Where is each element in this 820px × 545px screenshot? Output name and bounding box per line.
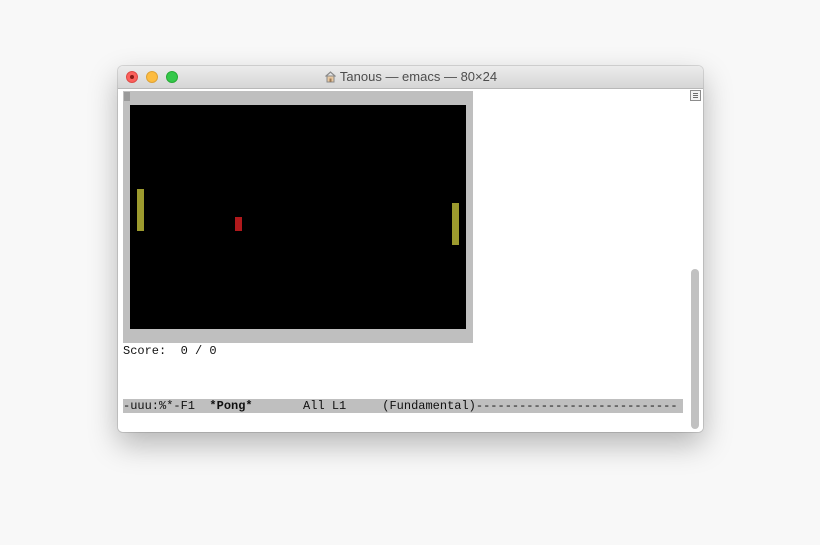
modeline-major-mode: (Fundamental) [382, 399, 476, 413]
modeline-buffer-name: *Pong* [209, 399, 253, 413]
pong-ball [235, 217, 242, 231]
left-paddle [137, 189, 144, 231]
title-bar[interactable]: Tanous — emacs — 80×24 [118, 66, 703, 89]
modeline-fill: ---------------------------- [475, 399, 678, 413]
modeline-status: -uuu:%*-F1 [123, 399, 210, 413]
pong-board [123, 91, 473, 343]
pong-playfield[interactable] [130, 105, 466, 329]
window-title: Tanous — emacs — 80×24 [118, 69, 703, 84]
mode-line: -uuu:%*-F1 *Pong* All L1 (Fundamental)--… [123, 399, 683, 413]
score-display: Score: 0 / 0 [123, 344, 217, 358]
scroll-menu-button[interactable] [690, 90, 701, 101]
menu-icon-line [693, 93, 698, 94]
home-icon [325, 71, 336, 83]
modeline-position: All L1 [252, 399, 383, 413]
scrollbar-thumb[interactable] [691, 269, 699, 429]
vertical-scrollbar[interactable] [689, 89, 703, 432]
window-title-text: Tanous — emacs — 80×24 [339, 69, 498, 84]
cursor [124, 92, 130, 101]
menu-icon-line [693, 95, 698, 96]
emacs-buffer[interactable]: Score: 0 / 0 -uuu:%*-F1 *Pong* All L1 (F… [118, 89, 703, 432]
right-paddle [452, 203, 459, 245]
terminal-window: Tanous — emacs — 80×24 Score: 0 / 0 -uuu… [118, 66, 703, 432]
menu-icon-line [693, 97, 698, 98]
